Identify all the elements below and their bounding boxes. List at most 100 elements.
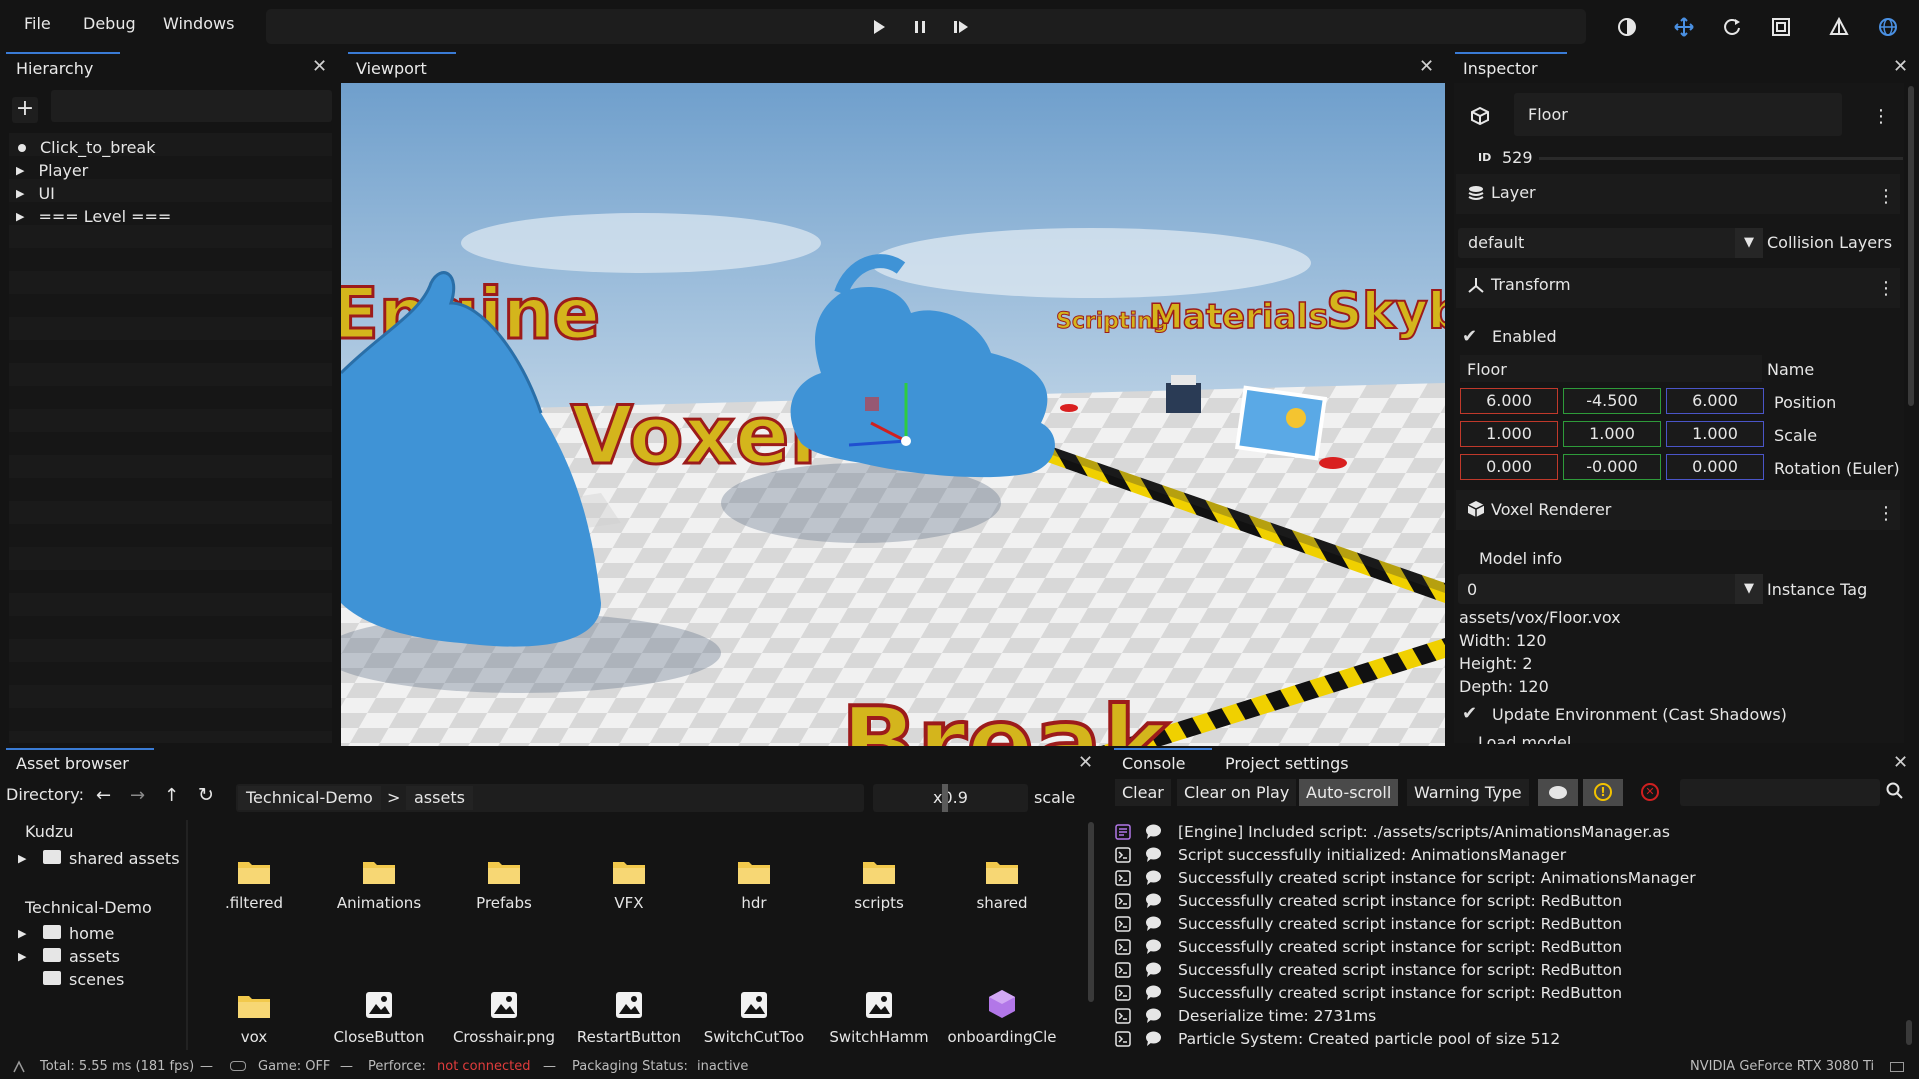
update-env-checkbox[interactable]: ✔	[1462, 703, 1477, 724]
auto-scroll-button[interactable]: Auto-scroll	[1299, 779, 1399, 806]
asset-scrollbar[interactable]	[1088, 822, 1094, 1002]
shading-icon[interactable]	[1617, 17, 1637, 37]
breadcrumb-assets[interactable]: assets	[406, 786, 473, 810]
load-model-button[interactable]: Load model	[1458, 736, 1898, 744]
console-line[interactable]: Deserialize time: 2731ms	[1115, 1004, 1376, 1027]
scale-slider-grab[interactable]	[942, 784, 948, 812]
asset-item[interactable]: SwitchHamm	[820, 986, 938, 1046]
tab-project-settings[interactable]: Project settings	[1225, 754, 1349, 773]
asset-item[interactable]: VFX	[570, 852, 688, 912]
hierarchy-item-player[interactable]: ▶ Player	[14, 159, 88, 182]
rotate-gizmo-icon[interactable]	[1722, 17, 1742, 37]
asset-item[interactable]: Crosshair.png	[445, 986, 563, 1046]
expand-arrow-icon[interactable]: ▶	[16, 187, 24, 200]
clear-on-play-button[interactable]: Clear on Play	[1177, 779, 1297, 806]
asset-item[interactable]: shared	[943, 852, 1061, 912]
up-arrow-icon[interactable]: ↑	[164, 785, 179, 806]
asset-item[interactable]: vox	[195, 986, 313, 1046]
console-line[interactable]: Successfully created script instance for…	[1115, 981, 1622, 1004]
hierarchy-search-input[interactable]	[51, 90, 332, 122]
tab-inspector[interactable]: Inspector	[1463, 59, 1538, 78]
transform-menu-icon[interactable]: ⋮	[1877, 278, 1895, 299]
asset-item[interactable]: Animations	[320, 852, 438, 912]
asset-item[interactable]: Prefabs	[445, 852, 563, 912]
tab-hierarchy[interactable]: Hierarchy	[16, 59, 93, 78]
rotation-y-field[interactable]: -0.000	[1563, 454, 1661, 480]
scale-z-field[interactable]: 1.000	[1666, 421, 1764, 447]
hierarchy-item-ui[interactable]: ▶ UI	[14, 182, 55, 205]
hierarchy-item-level[interactable]: ▶ === Level ===	[14, 205, 171, 228]
asset-item[interactable]: RestartButton	[570, 986, 688, 1046]
asset-item[interactable]: onboardingCle	[943, 986, 1061, 1046]
entity-menu-icon[interactable]: ⋮	[1872, 106, 1890, 127]
console-line[interactable]: Successfully created script instance for…	[1115, 889, 1622, 912]
tree-technical-demo[interactable]: Technical-Demo	[25, 898, 152, 917]
scale-slider[interactable]: x0.9	[873, 784, 1028, 812]
asset-item[interactable]: .filtered	[195, 852, 313, 912]
expand-arrow-icon[interactable]: ▶	[16, 164, 24, 177]
console-search-input[interactable]	[1680, 779, 1880, 806]
filter-warning-button[interactable]: !	[1583, 779, 1623, 806]
scale-gizmo-icon[interactable]	[1771, 17, 1791, 37]
close-hierarchy-icon[interactable]: ✕	[312, 56, 327, 77]
expand-arrow-icon[interactable]: ▶	[16, 210, 24, 223]
refresh-icon[interactable]: ↻	[198, 784, 214, 806]
tree-shared-assets[interactable]: shared assets	[69, 849, 180, 868]
close-inspector-icon[interactable]: ✕	[1893, 56, 1908, 77]
menu-windows[interactable]: Windows	[163, 14, 234, 33]
breadcrumb-technical-demo[interactable]: Technical-Demo	[238, 786, 381, 810]
menu-file[interactable]: File	[24, 14, 51, 33]
search-icon[interactable]	[1886, 782, 1904, 800]
menu-debug[interactable]: Debug	[83, 14, 136, 33]
play-icon[interactable]	[872, 19, 886, 35]
asset-item[interactable]: CloseButton	[320, 986, 438, 1046]
move-gizmo-icon[interactable]	[1674, 17, 1694, 37]
tab-console[interactable]: Console	[1122, 754, 1186, 773]
layer-menu-icon[interactable]: ⋮	[1877, 186, 1895, 207]
enabled-checkbox[interactable]: ✔	[1462, 326, 1477, 347]
scale-y-field[interactable]: 1.000	[1563, 421, 1661, 447]
expand-arrow-icon[interactable]: ▶	[18, 950, 26, 963]
close-viewport-icon[interactable]: ✕	[1419, 56, 1434, 77]
rotation-x-field[interactable]: 0.000	[1460, 454, 1558, 480]
position-x-field[interactable]: 6.000	[1460, 388, 1558, 414]
tree-kudzu[interactable]: Kudzu	[25, 822, 74, 841]
forward-arrow-icon[interactable]: →	[130, 785, 145, 806]
asset-item[interactable]: SwitchCutToo	[695, 986, 813, 1046]
clear-button[interactable]: Clear	[1115, 779, 1171, 806]
inspector-scrollbar[interactable]	[1908, 86, 1914, 406]
console-line[interactable]: Successfully created script instance for…	[1115, 866, 1696, 889]
tab-viewport[interactable]: Viewport	[356, 59, 427, 78]
add-entity-button[interactable]: +	[12, 97, 38, 123]
tree-scenes[interactable]: scenes	[69, 970, 124, 989]
close-console-icon[interactable]: ✕	[1893, 752, 1908, 773]
asset-item[interactable]: scripts	[820, 852, 938, 912]
rotation-z-field[interactable]: 0.000	[1666, 454, 1764, 480]
instance-tag-select[interactable]	[1458, 574, 1763, 604]
tab-asset-browser[interactable]: Asset browser	[16, 754, 129, 773]
filter-info-button[interactable]	[1538, 779, 1578, 806]
tree-assets[interactable]: assets	[69, 947, 120, 966]
hierarchy-item-click-to-break[interactable]: Click_to_break	[14, 136, 155, 159]
pivot-icon[interactable]	[1829, 17, 1849, 37]
expand-arrow-icon[interactable]: ▶	[18, 927, 26, 940]
position-y-field[interactable]: -4.500	[1563, 388, 1661, 414]
back-arrow-icon[interactable]: ←	[96, 785, 111, 806]
console-line[interactable]: Successfully created script instance for…	[1115, 912, 1622, 935]
chevron-down-icon[interactable]: ▼	[1735, 574, 1763, 604]
step-icon[interactable]	[953, 19, 969, 35]
console-scrollbar[interactable]	[1906, 1020, 1912, 1045]
scale-x-field[interactable]: 1.000	[1460, 421, 1558, 447]
voxel-renderer-menu-icon[interactable]: ⋮	[1877, 503, 1895, 524]
filter-error-button[interactable]: ✕	[1630, 779, 1670, 806]
entity-name-input[interactable]: Floor	[1514, 93, 1842, 136]
expand-arrow-icon[interactable]: ▶	[18, 852, 26, 865]
viewport-canvas[interactable]: Engine Voxel Scripting Materials Skyb Br…	[341, 83, 1445, 746]
console-line[interactable]: Script successfully initialized: Animati…	[1115, 843, 1566, 866]
console-line[interactable]: [Engine] Included script: ./assets/scrip…	[1115, 820, 1670, 843]
warning-type-button[interactable]: Warning Type	[1407, 779, 1529, 806]
console-line[interactable]: Successfully created script instance for…	[1115, 958, 1622, 981]
global-space-icon[interactable]	[1878, 17, 1898, 37]
tree-home[interactable]: home	[69, 924, 114, 943]
chevron-down-icon[interactable]: ▼	[1735, 228, 1763, 258]
